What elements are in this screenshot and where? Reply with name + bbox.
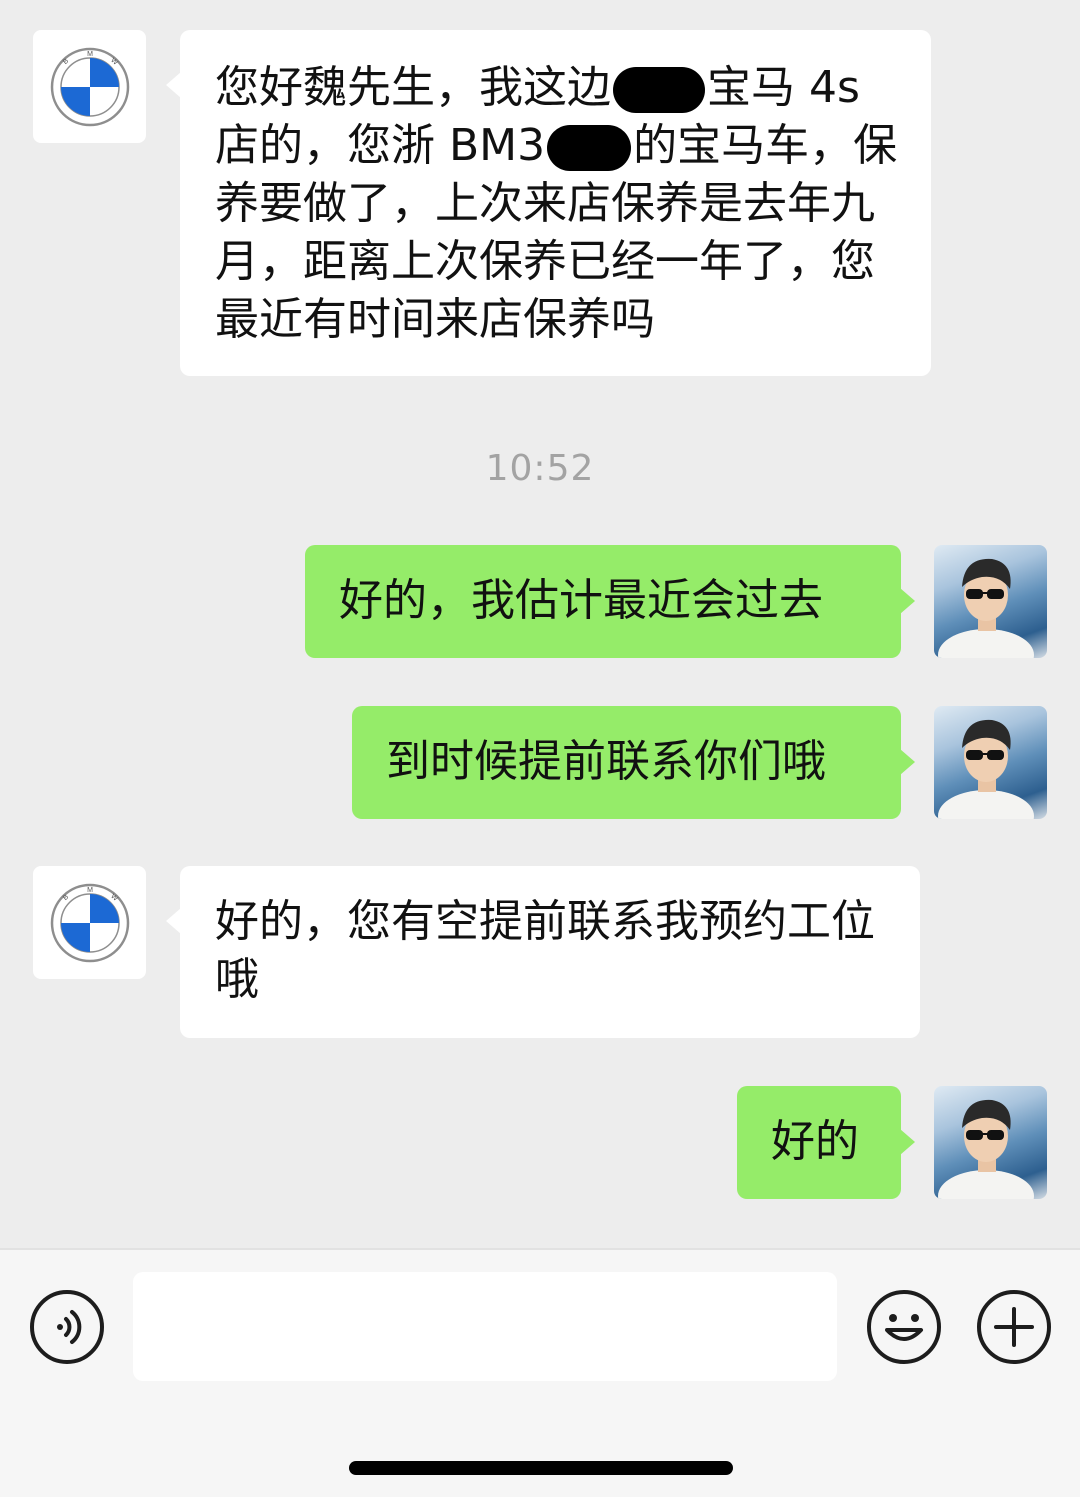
message-timestamp: 10:52 — [485, 448, 595, 489]
incoming-message-bubble[interactable]: 您好魏先生，我这边 宝马 4s 店的，您浙 BM3 的宝马车，保养要做了，上次来店保… — [166, 30, 931, 376]
bmw-avatar[interactable]: M B W — [33, 30, 146, 143]
voice-button[interactable] — [30, 1290, 104, 1364]
user-photo-icon — [938, 1099, 1034, 1199]
svg-text:M: M — [87, 887, 93, 894]
outgoing-message-bubble[interactable]: 到时候提前联系你们哦 — [352, 706, 915, 819]
svg-text:M: M — [87, 51, 93, 58]
bmw-logo-icon: M B W — [50, 883, 129, 962]
message-text: 好的，我估计最近会过去 — [339, 575, 823, 626]
user-avatar[interactable] — [934, 1086, 1047, 1199]
redaction-mark — [613, 67, 705, 113]
user-photo-icon — [938, 558, 1034, 658]
voice-input-icon — [57, 1310, 82, 1344]
message-input[interactable] — [133, 1272, 837, 1381]
home-indicator[interactable] — [349, 1461, 733, 1475]
emoji-button[interactable] — [867, 1290, 941, 1364]
outgoing-message-bubble[interactable]: 好的 — [737, 1086, 915, 1199]
user-photo-icon — [938, 719, 1034, 819]
plus-icon — [994, 1307, 1034, 1347]
bmw-logo-icon: M B W — [50, 47, 129, 126]
message-text: 到时候提前联系你们哦 — [386, 736, 826, 787]
outgoing-message-bubble[interactable]: 好的，我估计最近会过去 — [305, 545, 915, 658]
message-text: 好的，您有空提前联系我预约工位哦 — [215, 896, 875, 1005]
incoming-message-bubble[interactable]: 好的，您有空提前联系我预约工位哦 — [166, 866, 920, 1038]
user-avatar[interactable] — [934, 545, 1047, 658]
user-avatar[interactable] — [934, 706, 1047, 819]
emoji-icon — [885, 1314, 923, 1341]
chat-area: M B W 您好魏先生，我这边 宝马 4s 店的，您浙 BM3 的宝马车，保养要做了… — [0, 0, 1080, 1248]
more-button[interactable] — [977, 1290, 1051, 1364]
message-text: 好的 — [771, 1116, 859, 1167]
message-text: 您好魏先生，我这边 — [215, 62, 611, 113]
redaction-mark — [547, 125, 632, 171]
bmw-avatar[interactable]: M B W — [33, 866, 146, 979]
